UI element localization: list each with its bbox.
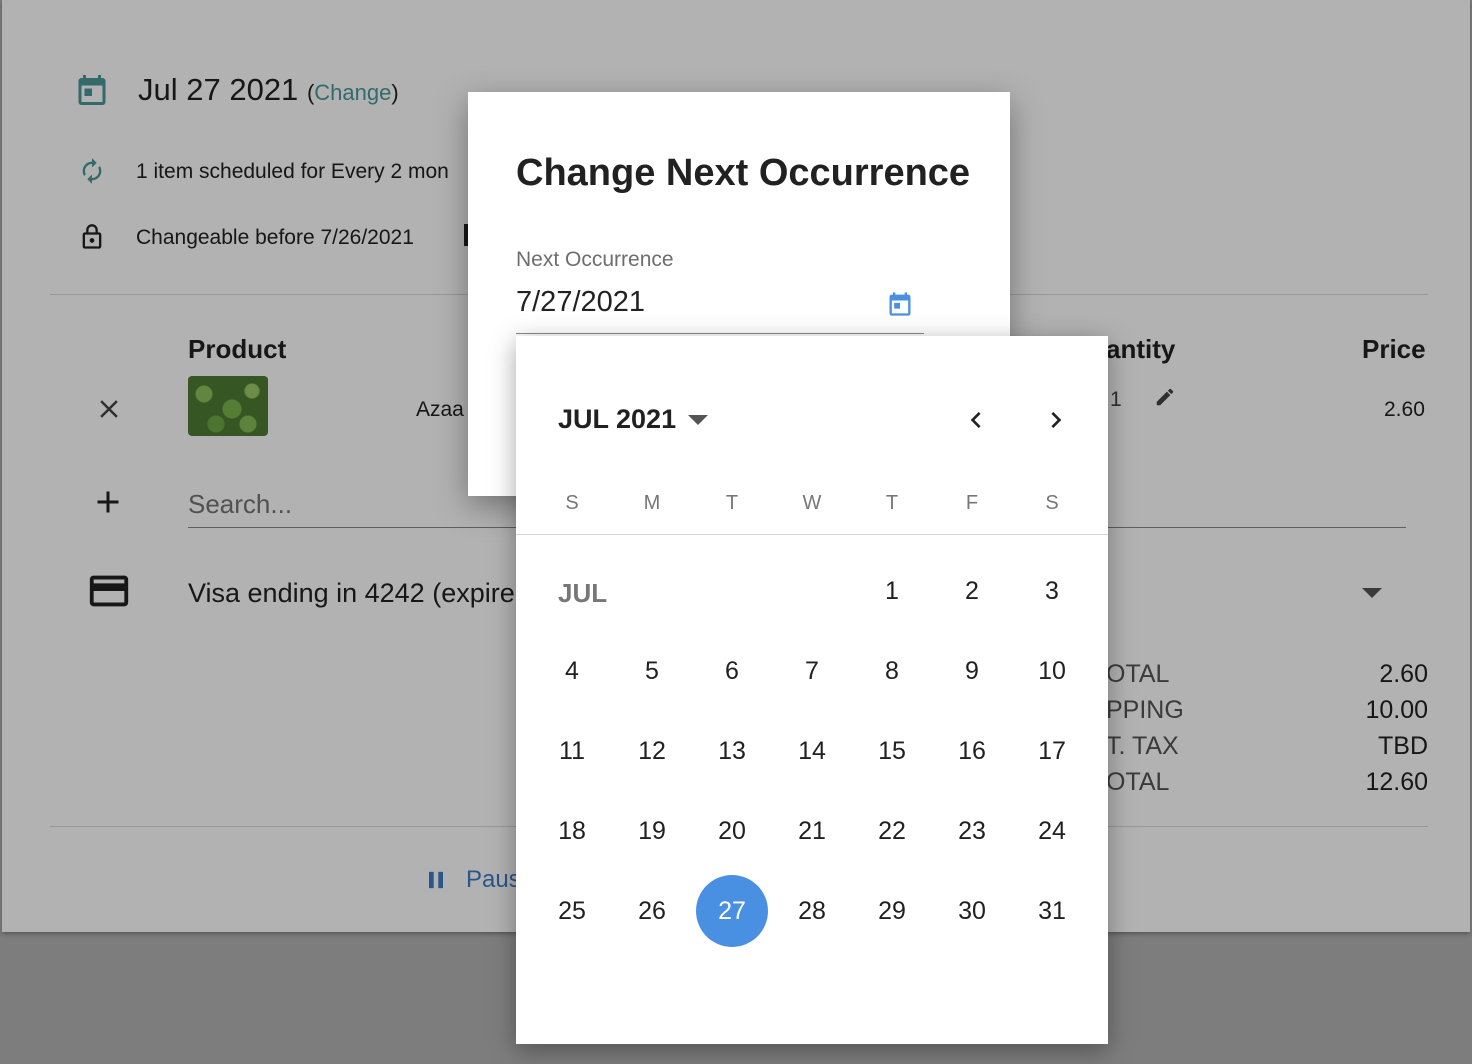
weekday-divider <box>516 534 1108 535</box>
next-month-button[interactable] <box>1036 400 1076 440</box>
caret-down-icon <box>688 414 709 425</box>
day-cell[interactable]: 5 <box>616 635 688 707</box>
chevron-left-icon <box>970 412 981 428</box>
day-cell[interactable]: 15 <box>856 715 928 787</box>
day-cell[interactable]: 16 <box>936 715 1008 787</box>
day-cell[interactable]: 10 <box>1016 635 1088 707</box>
weekday-label: T <box>885 492 899 514</box>
next-occurrence-label: Next Occurrence <box>516 248 674 271</box>
day-cell[interactable]: 24 <box>1016 795 1088 867</box>
day-cell[interactable]: 7 <box>776 635 848 707</box>
day-cell[interactable]: 23 <box>936 795 1008 867</box>
day-cell[interactable]: 30 <box>936 875 1008 947</box>
day-cell[interactable]: 18 <box>536 795 608 867</box>
day-cell[interactable]: 4 <box>536 635 608 707</box>
month-year-label: JUL 2021 <box>558 404 677 434</box>
day-cell[interactable]: 20 <box>696 795 768 867</box>
day-cell[interactable]: 2 <box>936 555 1008 627</box>
calendar-icon[interactable] <box>886 290 914 318</box>
day-cell[interactable]: 22 <box>856 795 928 867</box>
day-cell[interactable]: 29 <box>856 875 928 947</box>
weekday-label: W <box>802 492 822 514</box>
day-cell[interactable]: 12 <box>616 715 688 787</box>
next-occurrence-input[interactable]: 7/27/2021 <box>516 286 645 319</box>
weekday-label: M <box>643 492 661 514</box>
date-picker: JUL 2021 SMTWTFS JUL 1 2 3 4 5 6 7 8 9 10 11 12 13 14… <box>516 336 1108 1044</box>
chevron-right-icon <box>1051 412 1062 428</box>
day-cell[interactable]: 31 <box>1016 875 1088 947</box>
day-cell[interactable]: 9 <box>936 635 1008 707</box>
day-cell[interactable]: 11 <box>536 715 608 787</box>
prev-month-button[interactable] <box>956 400 996 440</box>
day-cell[interactable]: 3 <box>1016 555 1088 627</box>
day-cell[interactable]: 8 <box>856 635 928 707</box>
day-cell[interactable]: 19 <box>616 795 688 867</box>
weekday-label: F <box>965 492 979 514</box>
month-label: JUL <box>558 578 608 608</box>
month-year-select[interactable]: JUL 2021 <box>558 404 709 435</box>
day-cell[interactable]: 25 <box>536 875 608 947</box>
weekday-label: S <box>565 492 579 514</box>
day-cell[interactable]: 1 <box>856 555 928 627</box>
day-cell[interactable]: 13 <box>696 715 768 787</box>
weekday-label: S <box>1045 492 1059 514</box>
dialog-title: Change Next Occurrence <box>516 152 971 194</box>
day-cell[interactable]: 6 <box>696 635 768 707</box>
day-cell[interactable]: 28 <box>776 875 848 947</box>
day-cell[interactable]: 17 <box>1016 715 1088 787</box>
input-underline <box>516 333 924 334</box>
day-cell[interactable]: 26 <box>616 875 688 947</box>
weekday-label: T <box>725 492 739 514</box>
day-cell[interactable]: 14 <box>776 715 848 787</box>
day-cell-selected[interactable]: 27 <box>696 875 768 947</box>
day-cell[interactable]: 21 <box>776 795 848 867</box>
